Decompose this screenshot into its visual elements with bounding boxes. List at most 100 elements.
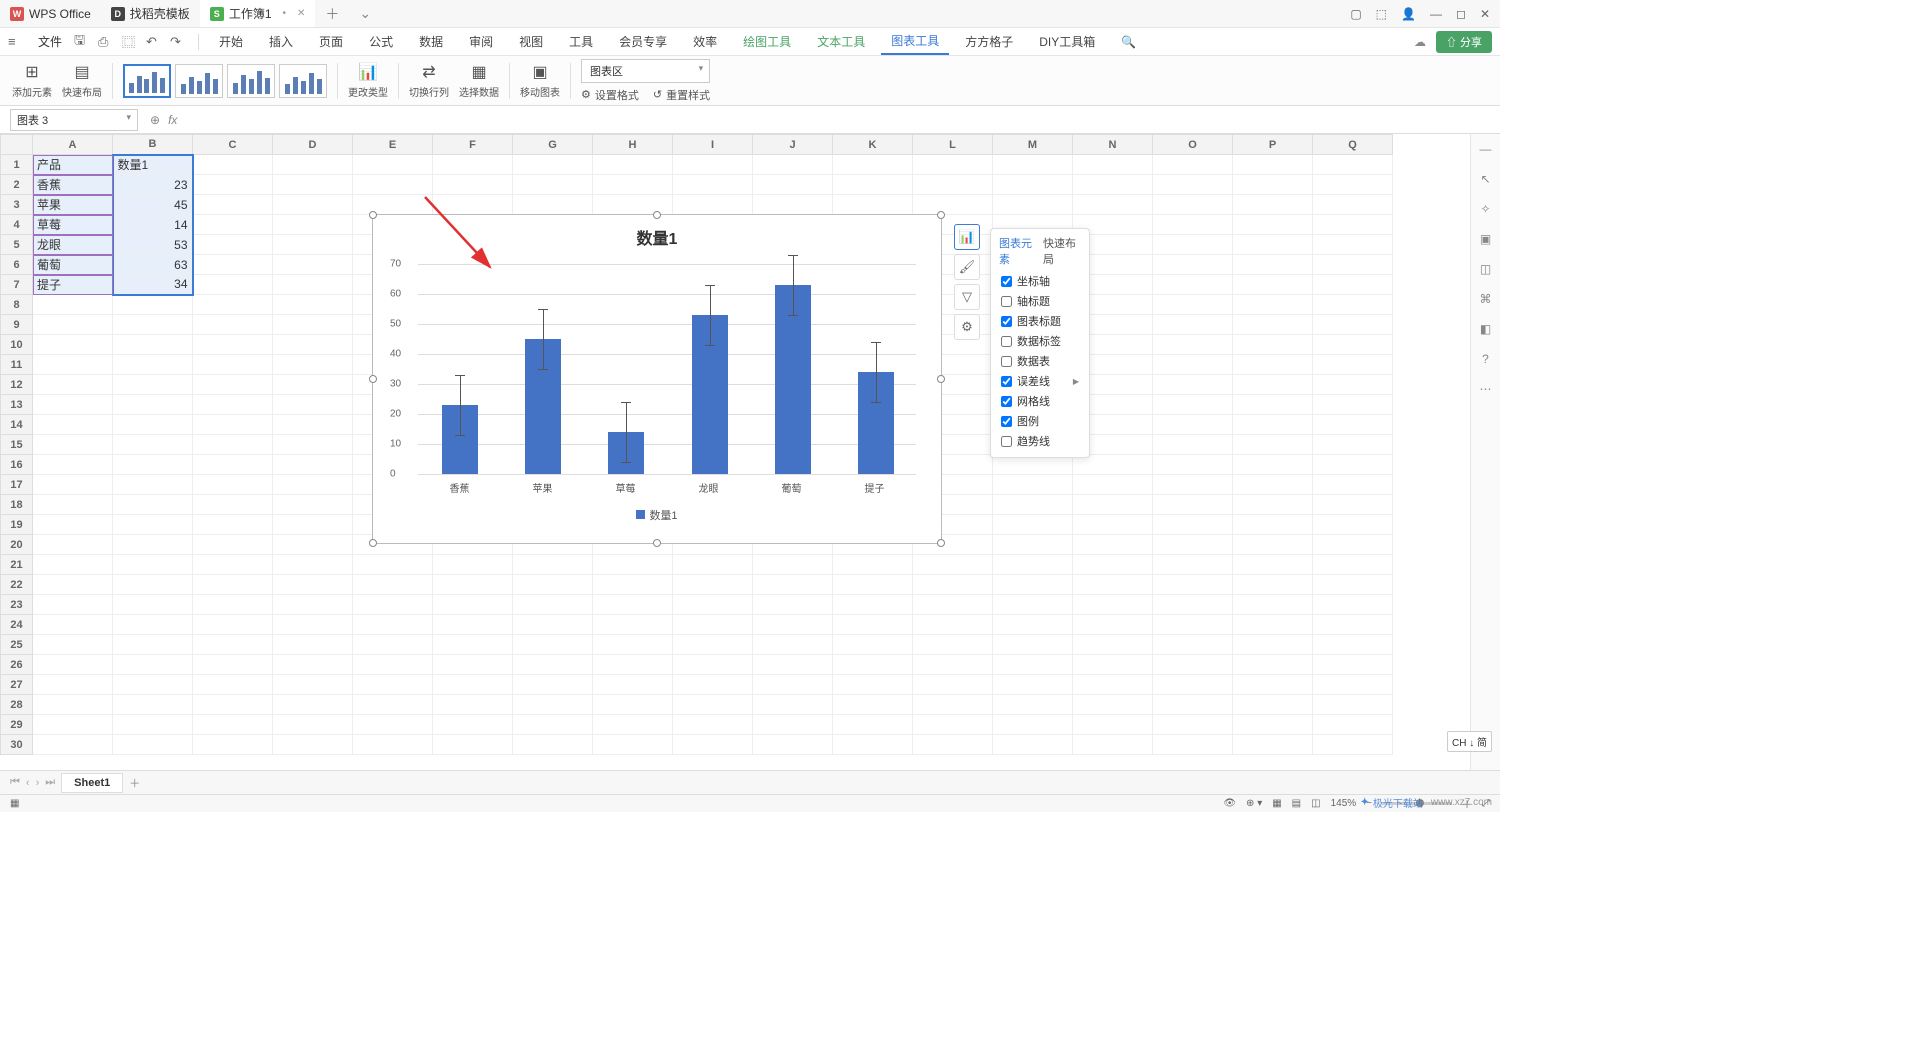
cell[interactable]: [673, 655, 753, 675]
cell[interactable]: [1073, 735, 1153, 755]
cell[interactable]: [1313, 335, 1393, 355]
cell[interactable]: [753, 595, 833, 615]
cell[interactable]: [753, 635, 833, 655]
quick-layout-button[interactable]: ▤快速布局: [62, 62, 102, 99]
cell[interactable]: [593, 695, 673, 715]
menu-tools[interactable]: 工具: [559, 28, 603, 55]
cell[interactable]: [33, 575, 113, 595]
cell[interactable]: [1313, 235, 1393, 255]
menu-member[interactable]: 会员专享: [609, 28, 677, 55]
cell[interactable]: [273, 435, 353, 455]
cell[interactable]: [433, 595, 513, 615]
cell[interactable]: [273, 635, 353, 655]
cell[interactable]: [753, 655, 833, 675]
resize-handle[interactable]: [937, 539, 945, 547]
cell[interactable]: [193, 235, 273, 255]
cell[interactable]: [593, 575, 673, 595]
cell[interactable]: 苹果: [33, 195, 113, 215]
col-header[interactable]: Q: [1313, 135, 1393, 155]
cell[interactable]: [913, 655, 993, 675]
cell[interactable]: [33, 595, 113, 615]
chart-filter-button[interactable]: ▽: [954, 284, 980, 310]
sheet-last-icon[interactable]: ⏭: [45, 776, 55, 789]
popup-option[interactable]: 网格线: [991, 391, 1089, 411]
chart-bar[interactable]: [608, 432, 644, 474]
chart-style-3[interactable]: [227, 64, 275, 98]
grid[interactable]: ABCDEFGHIJKLMNOPQ1产品数量12香蕉233苹果454草莓145龙…: [0, 134, 1470, 776]
cell[interactable]: [1233, 615, 1313, 635]
cell[interactable]: [353, 615, 433, 635]
cell[interactable]: [33, 695, 113, 715]
cell[interactable]: [113, 315, 193, 335]
cell[interactable]: [193, 735, 273, 755]
row-header[interactable]: 21: [1, 555, 33, 575]
cell[interactable]: [33, 715, 113, 735]
cell[interactable]: [1153, 435, 1233, 455]
row-header[interactable]: 8: [1, 295, 33, 315]
cell[interactable]: [1153, 375, 1233, 395]
col-header[interactable]: L: [913, 135, 993, 155]
cell[interactable]: [1313, 355, 1393, 375]
cell[interactable]: [1153, 255, 1233, 275]
cell[interactable]: [1153, 415, 1233, 435]
cell[interactable]: [833, 195, 913, 215]
col-header[interactable]: D: [273, 135, 353, 155]
cell[interactable]: [1313, 735, 1393, 755]
row-header[interactable]: 1: [1, 155, 33, 175]
cell[interactable]: [273, 475, 353, 495]
cell[interactable]: [1313, 695, 1393, 715]
panel-icon[interactable]: ◧: [1480, 322, 1491, 336]
cell[interactable]: [33, 435, 113, 455]
cell[interactable]: [1233, 455, 1313, 475]
row-header[interactable]: 29: [1, 715, 33, 735]
cell[interactable]: [673, 195, 753, 215]
more-icon[interactable]: ⋯: [1480, 382, 1492, 396]
row-header[interactable]: 6: [1, 255, 33, 275]
cell[interactable]: [1153, 455, 1233, 475]
cell[interactable]: [433, 735, 513, 755]
cell[interactable]: [513, 595, 593, 615]
cell[interactable]: [1313, 255, 1393, 275]
tab-add[interactable]: ＋: [315, 4, 349, 24]
cell[interactable]: [673, 615, 753, 635]
resize-handle[interactable]: [369, 375, 377, 383]
row-header[interactable]: 25: [1, 635, 33, 655]
cell[interactable]: [33, 515, 113, 535]
cell[interactable]: [993, 515, 1073, 535]
cell[interactable]: 产品: [33, 155, 113, 175]
col-header[interactable]: H: [593, 135, 673, 155]
cell[interactable]: [673, 595, 753, 615]
cell[interactable]: [1233, 155, 1313, 175]
cell[interactable]: [753, 155, 833, 175]
cell[interactable]: [1153, 315, 1233, 335]
cell[interactable]: [513, 195, 593, 215]
popup-option[interactable]: 趋势线: [991, 431, 1089, 451]
cell[interactable]: [33, 555, 113, 575]
cell[interactable]: [1233, 375, 1313, 395]
checkbox[interactable]: [1001, 296, 1012, 307]
row-header[interactable]: 14: [1, 415, 33, 435]
col-header[interactable]: M: [993, 135, 1073, 155]
cell[interactable]: [1153, 215, 1233, 235]
cell[interactable]: 提子: [33, 275, 113, 295]
cell[interactable]: [1313, 615, 1393, 635]
checkbox[interactable]: [1001, 436, 1012, 447]
cell[interactable]: [113, 635, 193, 655]
cell[interactable]: [993, 155, 1073, 175]
cell[interactable]: [1313, 155, 1393, 175]
cell[interactable]: [273, 155, 353, 175]
menu-review[interactable]: 审阅: [459, 28, 503, 55]
share-button[interactable]: ⇧ 分享: [1436, 31, 1492, 53]
resize-handle[interactable]: [653, 539, 661, 547]
cell[interactable]: [1313, 595, 1393, 615]
cell[interactable]: [673, 695, 753, 715]
cell[interactable]: [1153, 155, 1233, 175]
cell[interactable]: [273, 415, 353, 435]
view-normal-icon[interactable]: ▦: [1272, 798, 1281, 809]
popup-option[interactable]: 数据表: [991, 351, 1089, 371]
menu-drawing-tools[interactable]: 绘图工具: [733, 28, 801, 55]
cell[interactable]: [273, 255, 353, 275]
cell[interactable]: [913, 555, 993, 575]
cell[interactable]: [1233, 555, 1313, 575]
cell[interactable]: [193, 175, 273, 195]
